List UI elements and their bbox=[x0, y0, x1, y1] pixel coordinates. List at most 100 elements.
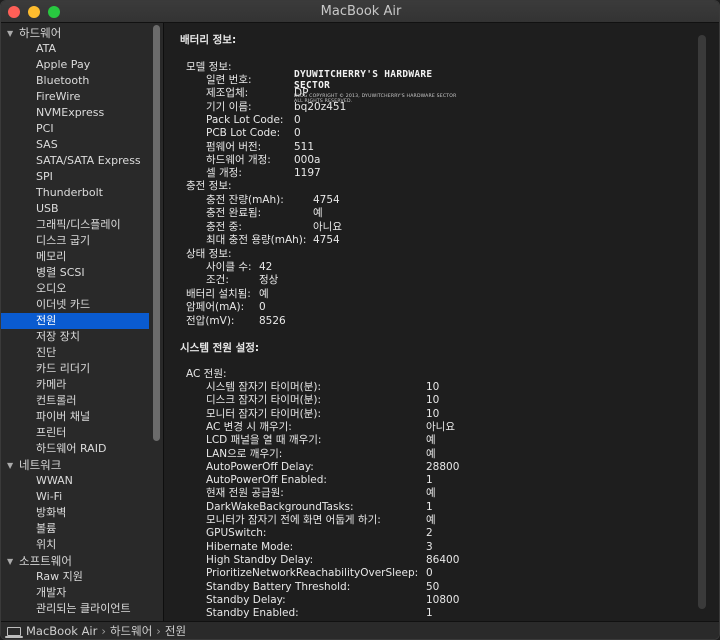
sidebar-group-0[interactable]: ▼ 하드웨어 bbox=[7, 25, 61, 41]
sidebar-item[interactable]: 방화벽 bbox=[1, 505, 149, 521]
sidebar-item[interactable]: ATA bbox=[1, 41, 149, 57]
info-label: 최대 충전 용량(mAh): bbox=[206, 233, 307, 246]
info-label: GPUSwitch: bbox=[206, 527, 267, 540]
disclosure-triangle-icon[interactable]: ▼ bbox=[7, 557, 16, 566]
info-value: 예 bbox=[426, 514, 436, 526]
sidebar-group-2[interactable]: ▼ 소프트웨어 bbox=[7, 553, 72, 569]
info-label: Pack Lot Code: bbox=[206, 113, 284, 126]
sidebar-item[interactable]: 카메라 bbox=[1, 377, 149, 393]
detail-scrollbar-track[interactable] bbox=[698, 35, 706, 609]
info-value: 예 bbox=[426, 447, 436, 460]
info-value: 8526 bbox=[259, 314, 286, 327]
info-label: 펌웨어 버전: bbox=[206, 140, 262, 153]
info-value: 10800 bbox=[426, 593, 460, 606]
title-bar[interactable]: MacBook Air bbox=[1, 1, 719, 23]
sidebar-item[interactable]: Apple Pay bbox=[1, 57, 149, 73]
breadcrumb-2[interactable]: 전원 bbox=[165, 624, 186, 638]
group-label-charge: 충전 정보: bbox=[186, 180, 232, 192]
info-value: 아니요 bbox=[313, 220, 342, 233]
sidebar-item[interactable]: 메모리 bbox=[1, 249, 149, 265]
sidebar-item[interactable]: SPI bbox=[1, 169, 149, 185]
breadcrumb-1[interactable]: 하드웨어 bbox=[110, 624, 152, 638]
path-bar: MacBook Air › 하드웨어 › 전원 bbox=[1, 621, 719, 639]
sidebar-item[interactable]: 위치 bbox=[1, 537, 149, 553]
info-label: 모니터 잠자기 타이머(분): bbox=[206, 407, 322, 420]
sidebar-item[interactable]: WWAN bbox=[1, 473, 149, 489]
info-label: 충전 완료됨: bbox=[206, 207, 262, 220]
info-value: 0 bbox=[426, 567, 433, 580]
sidebar-item[interactable]: 개발자 bbox=[1, 585, 149, 601]
sidebar-item[interactable]: 파이버 채널 bbox=[1, 409, 149, 425]
info-value: 0 bbox=[259, 301, 266, 314]
sidebar-item[interactable]: 오디오 bbox=[1, 281, 149, 297]
watermark: DYUWITCHERRY'S HARDWARE SECTOR BLOG COPY… bbox=[294, 69, 464, 104]
info-value: 1 bbox=[426, 474, 433, 487]
sidebar-item[interactable]: 병렬 SCSI bbox=[1, 265, 149, 281]
sidebar[interactable]: ▼ 하드웨어 ATA Apple Pay Bluetooth FireWire NVMExp… bbox=[1, 23, 164, 621]
detail-pane: 배터리 정보: 모델 정보: 일련 번호: 제조업체: DP 기기 이름: bq20z451… bbox=[165, 23, 719, 621]
sidebar-item[interactable]: SAS bbox=[1, 137, 149, 153]
section-title-battery: 배터리 정보: bbox=[180, 34, 237, 46]
sidebar-item[interactable]: 컨트롤러 bbox=[1, 393, 149, 409]
laptop-icon bbox=[5, 627, 23, 638]
sidebar-item[interactable]: 저장 장치 bbox=[1, 329, 149, 345]
sidebar-item[interactable]: 하드웨어 RAID bbox=[1, 441, 149, 457]
sidebar-item[interactable]: Bluetooth bbox=[1, 73, 149, 89]
info-value: 50 bbox=[426, 580, 440, 593]
sidebar-item[interactable]: 디스크 굽기 bbox=[1, 233, 149, 249]
info-value: 42 bbox=[259, 261, 273, 273]
info-label: 디스크 잠자기 타이머(분): bbox=[206, 394, 322, 407]
breadcrumb-separator: › bbox=[101, 624, 106, 638]
info-label: LCD 패널을 열 때 깨우기: bbox=[206, 434, 322, 447]
info-label: PrioritizeNetworkReachabilityOverSleep: bbox=[206, 567, 419, 580]
sidebar-item[interactable]: 관리되는 클라이언트 bbox=[1, 601, 149, 617]
info-label: 배터리 설치됨: bbox=[186, 288, 251, 300]
sidebar-item[interactable]: 이더넷 카드 bbox=[1, 297, 149, 313]
sidebar-item[interactable]: NVMExpress bbox=[1, 105, 149, 121]
sidebar-item[interactable]: Raw 지원 bbox=[1, 569, 149, 585]
info-label: 시스템 잠자기 타이머(분): bbox=[206, 381, 322, 393]
sidebar-scrollbar[interactable] bbox=[153, 25, 160, 441]
sidebar-item[interactable]: 그래픽/디스플레이 bbox=[1, 217, 149, 233]
sidebar-group-1[interactable]: ▼ 네트워크 bbox=[7, 457, 61, 473]
info-value: 1 bbox=[426, 607, 433, 620]
sidebar-item[interactable]: 볼륨 bbox=[1, 521, 149, 537]
sidebar-item[interactable]: 프린터 bbox=[1, 425, 149, 441]
info-label: 사이클 수: bbox=[206, 261, 252, 273]
info-label: LAN으로 깨우기: bbox=[206, 447, 283, 460]
sidebar-item[interactable]: USB bbox=[1, 201, 149, 217]
info-value: 4754 bbox=[313, 194, 340, 206]
sidebar-item[interactable]: Wi-Fi bbox=[1, 489, 149, 505]
info-label: 암페어(mA): bbox=[186, 301, 245, 314]
info-value: 4754 bbox=[313, 233, 340, 246]
info-value: 예 bbox=[426, 434, 436, 447]
breadcrumb-0[interactable]: MacBook Air bbox=[26, 624, 97, 638]
disclosure-triangle-icon[interactable]: ▼ bbox=[7, 461, 16, 470]
sidebar-item[interactable]: 카드 리더기 bbox=[1, 361, 149, 377]
sidebar-item[interactable]: SATA/SATA Express bbox=[1, 153, 149, 169]
sidebar-group-label: 하드웨어 bbox=[19, 26, 62, 40]
info-label: 셀 개정: bbox=[206, 167, 242, 180]
sidebar-item[interactable]: FireWire bbox=[1, 89, 149, 105]
sidebar-item[interactable]: Thunderbolt bbox=[1, 185, 149, 201]
info-label: Standby Delay: bbox=[206, 593, 286, 606]
sidebar-item[interactable]: 진단 bbox=[1, 345, 149, 361]
info-value: 1197 bbox=[294, 167, 321, 180]
info-label: 제조업체: bbox=[206, 87, 249, 100]
info-value: 예 bbox=[259, 288, 269, 300]
disclosure-triangle-icon[interactable]: ▼ bbox=[7, 29, 16, 38]
info-value: 0 bbox=[294, 127, 301, 140]
info-value: 예 bbox=[426, 487, 436, 500]
info-label: 모니터가 잠자기 전에 화면 어둡게 하기: bbox=[206, 514, 381, 526]
sidebar-item[interactable]: PCI bbox=[1, 121, 149, 137]
sidebar-group-label: 네트워크 bbox=[19, 458, 62, 472]
info-value: 10 bbox=[426, 394, 440, 407]
info-label: Standby Enabled: bbox=[206, 607, 299, 620]
info-value: 10 bbox=[426, 381, 440, 393]
info-label: PCB Lot Code: bbox=[206, 127, 281, 140]
info-value: 아니요 bbox=[426, 420, 455, 433]
info-value: 28800 bbox=[426, 460, 460, 473]
sidebar-item[interactable]: 전원 bbox=[1, 313, 149, 329]
info-label: 현재 전원 공급원: bbox=[206, 487, 284, 500]
group-label-status: 상태 정보: bbox=[186, 248, 232, 260]
